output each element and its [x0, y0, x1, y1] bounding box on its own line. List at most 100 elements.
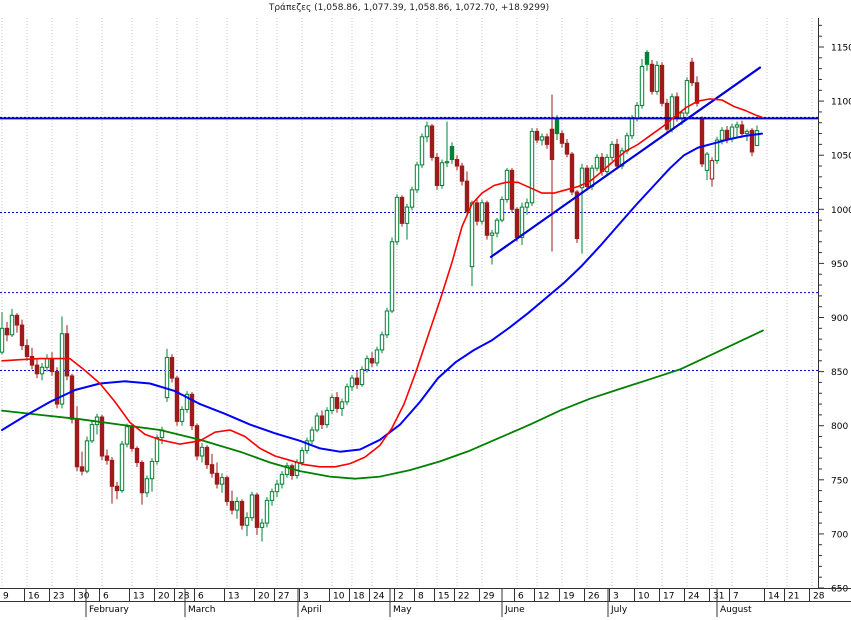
candlestick	[184, 391, 190, 413]
candle-body	[749, 129, 755, 153]
candle-body	[129, 426, 135, 449]
candlestick	[584, 164, 590, 191]
short-ma-red-line	[1, 98, 763, 468]
candlestick	[199, 443, 205, 463]
week-tick-label: 26	[588, 592, 600, 602]
y-axis-label: 650	[831, 585, 848, 595]
candlestick	[519, 202, 525, 246]
candle-body	[724, 129, 730, 140]
candle-body	[359, 368, 365, 386]
week-tick-label: 18	[353, 592, 365, 602]
week-tick-label: 23	[53, 592, 64, 602]
candle-body	[59, 333, 65, 405]
candle-body	[689, 61, 695, 84]
candle-body	[49, 358, 55, 373]
candle-body	[309, 429, 315, 442]
candlestick	[259, 518, 265, 542]
candle-body	[444, 161, 450, 164]
candlestick	[609, 141, 615, 161]
candle-body	[9, 314, 15, 336]
candle-body	[139, 461, 145, 494]
candle-body	[654, 64, 660, 92]
candle-body	[529, 130, 535, 204]
candlestick	[614, 138, 620, 170]
candle-body	[349, 377, 355, 388]
candle-body	[429, 125, 435, 158]
candle-body	[274, 483, 280, 493]
candlestick	[499, 196, 505, 223]
month-label: July	[610, 605, 628, 615]
candlestick	[64, 325, 70, 381]
candlestick	[669, 93, 675, 133]
candle-body	[464, 180, 470, 212]
candlestick	[674, 92, 680, 122]
candlestick	[334, 392, 340, 413]
y-axis-label: 700	[831, 530, 848, 540]
candlestick	[539, 133, 545, 146]
candlestick	[109, 457, 115, 504]
week-tick-label: 21	[788, 592, 799, 602]
gridlines	[1, 18, 813, 588]
candlestick	[269, 488, 275, 506]
candle-body	[354, 377, 360, 386]
candlestick	[459, 162, 465, 186]
candle-body	[389, 241, 395, 312]
y-axis-label: 1100	[831, 98, 851, 108]
candle-body	[634, 104, 640, 119]
candle-body	[344, 386, 350, 403]
candlestick	[559, 130, 565, 148]
week-tick-label: 31	[713, 592, 724, 602]
candlestick	[339, 398, 345, 416]
candlestick	[119, 440, 125, 493]
candlestick	[24, 339, 30, 361]
month-label: April	[301, 605, 322, 615]
candlestick	[324, 407, 330, 428]
candlestick	[429, 123, 435, 161]
candle-body	[649, 63, 655, 92]
week-tick-label: 24	[688, 592, 700, 602]
y-axis-label: 800	[831, 422, 848, 432]
week-tick-label: 10	[333, 592, 345, 602]
week-tick-label: 16	[28, 592, 40, 602]
candle-body	[454, 159, 460, 167]
candlestick	[699, 116, 705, 168]
candle-body	[739, 124, 745, 135]
candlestick	[19, 319, 25, 350]
candlestick	[479, 199, 485, 225]
week-tick-label: 10	[638, 592, 650, 602]
candle-body	[244, 517, 250, 526]
week-tick-label: 28	[813, 592, 825, 602]
candlestick	[39, 362, 45, 381]
candle-body	[39, 366, 45, 375]
candlestick-chart-canvas: 1150 1100 1050 1000 950 900 850 800 750 700 650 9 16…	[0, 18, 851, 617]
candle-body	[369, 358, 375, 364]
candle-body	[569, 153, 575, 193]
candlestick	[379, 331, 385, 354]
candlestick	[124, 423, 130, 448]
candlestick	[639, 58, 645, 109]
candle-body	[79, 466, 85, 472]
candle-body	[374, 349, 380, 364]
week-tick-label: 2	[398, 592, 404, 602]
candle-body	[409, 189, 415, 208]
candle-body	[659, 64, 665, 104]
week-tick-label: 15	[438, 592, 449, 602]
candle-body	[199, 446, 205, 457]
y-axis-label: 850	[831, 368, 848, 378]
candle-body	[264, 499, 270, 524]
candle-body	[554, 118, 560, 135]
candlestick	[374, 346, 380, 367]
candle-body	[214, 472, 220, 485]
candle-body	[534, 130, 540, 141]
candle-body	[514, 208, 520, 238]
candlestick	[654, 61, 660, 95]
candlestick	[399, 195, 405, 227]
candle-body	[399, 196, 405, 224]
candle-body	[754, 130, 760, 147]
candlestick	[224, 475, 230, 506]
candlestick	[69, 373, 75, 424]
candlestick	[279, 471, 285, 489]
y-axis-label: 750	[831, 476, 848, 486]
candlestick	[474, 199, 480, 226]
chart-window: Τράπεζες (1,058.86, 1,077.39, 1,058.86, …	[0, 0, 851, 620]
